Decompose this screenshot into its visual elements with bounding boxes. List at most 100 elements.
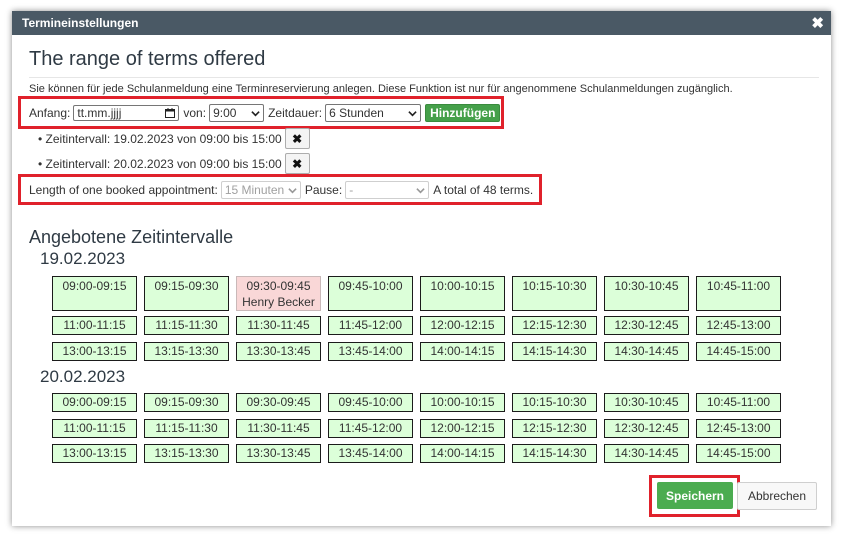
slot-time: 12:30-12:45: [614, 421, 679, 435]
time-slot[interactable]: 13:30-13:45: [236, 444, 321, 463]
dialog-titlebar: Termineinstellungen ✖: [12, 11, 831, 35]
page-title: The range of terms offered: [29, 48, 266, 70]
time-slot[interactable]: 11:00-11:15: [52, 419, 137, 438]
time-slot[interactable]: 12:30-12:45: [604, 419, 689, 438]
chevron-down-icon: [408, 110, 417, 116]
slot-time: 14:00-14:15: [430, 446, 495, 460]
add-interval-button[interactable]: Hinzufügen: [425, 104, 501, 122]
time-slot[interactable]: 14:30-14:45: [604, 342, 689, 361]
time-slot[interactable]: 09:15-09:30: [144, 393, 229, 412]
time-slot[interactable]: 10:30-10:45: [604, 276, 689, 311]
slot-time: 09:15-09:30: [154, 395, 219, 409]
interval-item: • Zeitintervall: 20.02.2023 von 09:00 bi…: [38, 153, 310, 174]
slot-time: 11:45-12:00: [338, 318, 403, 332]
from-time-select[interactable]: 9:00: [209, 104, 265, 122]
length-select[interactable]: 15 Minuten: [220, 181, 301, 199]
close-icon[interactable]: ✖: [811, 14, 824, 32]
time-slot[interactable]: 12:45-13:00: [696, 316, 781, 335]
time-slot[interactable]: 11:15-11:30: [144, 419, 229, 438]
time-slot[interactable]: 10:15-10:30: [512, 393, 597, 412]
time-slot[interactable]: 13:45-14:00: [328, 444, 413, 463]
calendar-icon[interactable]: [165, 108, 176, 118]
time-slot[interactable]: 09:30-09:45: [236, 393, 321, 412]
time-slot[interactable]: 13:30-13:45: [236, 342, 321, 361]
time-slot[interactable]: 09:15-09:30: [144, 276, 229, 311]
time-slot[interactable]: 12:45-13:00: [696, 419, 781, 438]
cancel-button[interactable]: Abbrechen: [737, 482, 817, 510]
slot-time: 10:00-10:15: [430, 395, 495, 409]
time-slot[interactable]: 10:30-10:45: [604, 393, 689, 412]
time-slot[interactable]: 09:45-10:00: [328, 393, 413, 412]
time-slot[interactable]: 14:30-14:45: [604, 444, 689, 463]
save-button[interactable]: Speichern: [657, 482, 733, 509]
time-slot[interactable]: 11:30-11:45: [236, 316, 321, 335]
chevron-down-icon: [288, 187, 297, 193]
time-slot[interactable]: 14:00-14:15: [420, 444, 505, 463]
slot-time: 14:00-14:15: [430, 344, 495, 358]
time-slot[interactable]: 11:45-12:00: [328, 316, 413, 335]
time-slot[interactable]: 10:15-10:30: [512, 276, 597, 311]
time-slot[interactable]: 12:15-12:30: [512, 419, 597, 438]
slot-time: 14:30-14:45: [614, 344, 679, 358]
booked-by-name: Henry Becker: [242, 295, 315, 309]
duration-value: 6 Stunden: [329, 106, 384, 120]
time-slot[interactable]: 09:00-09:15: [52, 393, 137, 412]
time-slot[interactable]: 12:00-12:15: [420, 316, 505, 335]
slot-time: 13:30-13:45: [246, 446, 311, 460]
time-slot[interactable]: 13:45-14:00: [328, 342, 413, 361]
slot-time: 12:15-12:30: [522, 421, 587, 435]
total-terms-text: A total of 48 terms.: [433, 183, 534, 197]
slot-time: 11:45-12:00: [338, 421, 403, 435]
slot-time: 13:15-13:30: [154, 344, 219, 358]
chevron-down-icon: [416, 187, 425, 193]
booked-slot[interactable]: 09:30-09:45 Henry Becker: [236, 276, 321, 311]
time-slot[interactable]: 11:30-11:45: [236, 419, 321, 438]
time-slot[interactable]: 10:00-10:15: [420, 393, 505, 412]
intro-text: Sie können für jede Schulanmeldung eine …: [29, 83, 733, 95]
time-slot[interactable]: 14:45-15:00: [696, 342, 781, 361]
duration-select[interactable]: 6 Stunden: [325, 104, 422, 122]
slot-time: 13:30-13:45: [246, 344, 311, 358]
time-slot[interactable]: 12:30-12:45: [604, 316, 689, 335]
time-slot[interactable]: 14:45-15:00: [696, 444, 781, 463]
time-slot[interactable]: 14:15-14:30: [512, 444, 597, 463]
time-slot[interactable]: 14:00-14:15: [420, 342, 505, 361]
offered-intervals-title: Angebotene Zeitintervalle: [29, 227, 234, 247]
time-slot[interactable]: 12:15-12:30: [512, 316, 597, 335]
divider: [29, 77, 819, 78]
slot-time: 12:45-13:00: [706, 421, 771, 435]
time-slot[interactable]: 14:15-14:30: [512, 342, 597, 361]
time-slot[interactable]: 11:45-12:00: [328, 419, 413, 438]
date-heading: 20.02.2023: [40, 367, 126, 386]
time-slot[interactable]: 10:00-10:15: [420, 276, 505, 311]
date-input[interactable]: tt.mm.jjjj: [73, 105, 180, 121]
remove-interval-button[interactable]: ✖: [284, 128, 310, 149]
time-slot[interactable]: 09:45-10:00: [328, 276, 413, 311]
slot-time: 11:15-11:30: [155, 421, 218, 435]
slot-time: 09:00-09:15: [62, 279, 127, 293]
time-slot[interactable]: 10:45-11:00: [696, 276, 781, 311]
slot-time: 13:15-13:30: [154, 446, 219, 460]
slot-time: 13:00-13:15: [62, 446, 127, 460]
slot-time: 11:30-11:45: [247, 318, 310, 332]
slot-time: 10:45-11:00: [706, 395, 771, 409]
length-label: Length of one booked appointment:: [29, 183, 218, 197]
time-slot[interactable]: 09:00-09:15: [52, 276, 137, 311]
slot-time: 12:00-12:15: [430, 318, 495, 332]
pause-select[interactable]: -: [345, 181, 430, 199]
slot-time: 11:00-11:15: [63, 318, 126, 332]
time-slot[interactable]: 13:00-13:15: [52, 342, 137, 361]
date-placeholder: tt.mm.jjjj: [77, 106, 122, 120]
slot-time: 11:30-11:45: [247, 421, 310, 435]
time-slot[interactable]: 10:45-11:00: [696, 393, 781, 412]
time-slot[interactable]: 11:15-11:30: [144, 316, 229, 335]
slot-time: 10:15-10:30: [522, 279, 587, 293]
remove-interval-button[interactable]: ✖: [284, 153, 310, 174]
time-slot[interactable]: 13:15-13:30: [144, 444, 229, 463]
time-slot[interactable]: 11:00-11:15: [52, 316, 137, 335]
slot-time: 12:15-12:30: [522, 318, 587, 332]
time-slot[interactable]: 12:00-12:15: [420, 419, 505, 438]
time-slot[interactable]: 13:00-13:15: [52, 444, 137, 463]
slot-time: 12:30-12:45: [614, 318, 679, 332]
time-slot[interactable]: 13:15-13:30: [144, 342, 229, 361]
